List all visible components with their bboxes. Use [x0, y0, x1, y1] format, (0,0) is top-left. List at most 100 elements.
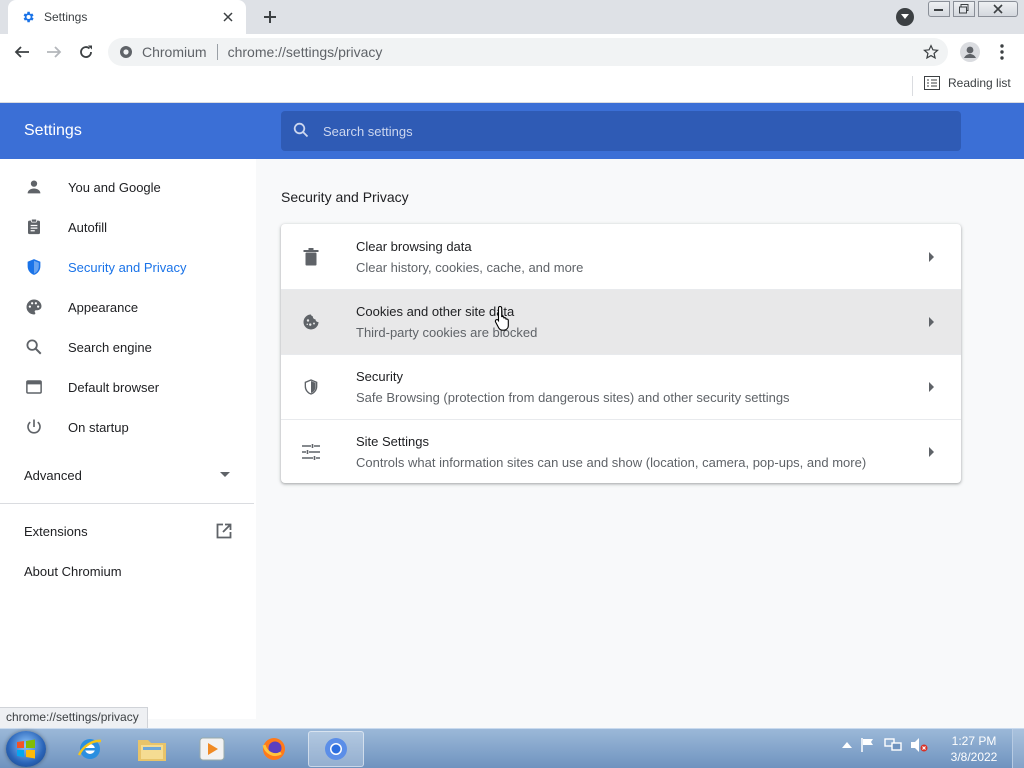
taskbar-media-player[interactable] [184, 731, 240, 767]
sidebar-item-about[interactable]: About Chromium [0, 551, 250, 591]
row-text: Site Settings Controls what information … [356, 434, 925, 470]
new-tab-button[interactable] [258, 6, 282, 28]
advanced-label: Advanced [24, 467, 82, 483]
sidebar-item-label: Default browser [68, 379, 160, 395]
omnibox[interactable]: Chromium chrome://settings/privacy [108, 38, 948, 66]
profile-avatar-button[interactable] [958, 40, 982, 64]
chevron-right-icon [925, 250, 939, 264]
sidebar-item-label: Security and Privacy [68, 259, 187, 275]
row-text: Clear browsing data Clear history, cooki… [356, 239, 925, 275]
shield-icon [24, 257, 44, 277]
row-subtitle: Clear history, cookies, cache, and more [356, 259, 584, 275]
sidebar-item-search-engine[interactable]: Search engine [0, 327, 250, 367]
chevron-right-icon [925, 315, 939, 329]
settings-sidebar: You and Google Autofill Security and Pri… [0, 159, 256, 719]
sidebar-item-label: Search engine [68, 339, 152, 355]
extensions-label: Extensions [24, 523, 88, 539]
forward-button[interactable] [42, 40, 66, 64]
row-title: Site Settings [356, 434, 429, 449]
row-site-settings[interactable]: Site Settings Controls what information … [281, 419, 961, 483]
tab-title: Settings [44, 10, 88, 24]
power-icon [24, 417, 44, 437]
section-title: Security and Privacy [281, 189, 409, 205]
sidebar-item-security-and-privacy[interactable]: Security and Privacy [0, 247, 250, 287]
shield-icon [301, 377, 321, 397]
taskbar-file-explorer[interactable] [124, 731, 180, 767]
sidebar-item-label: Autofill [68, 219, 108, 235]
sidebar-item-autofill[interactable]: Autofill [0, 207, 250, 247]
sidebar-item-label: On startup [68, 419, 129, 435]
search-icon [24, 337, 44, 357]
row-title: Security [356, 369, 403, 384]
system-tray [842, 737, 928, 753]
row-security[interactable]: Security Safe Browsing (protection from … [281, 354, 961, 419]
windows-logo-icon [17, 739, 35, 759]
trash-icon [301, 247, 321, 267]
sidebar-item-default-browser[interactable]: Default browser [0, 367, 250, 407]
reading-list-label: Reading list [948, 76, 1011, 90]
cookie-icon [301, 312, 321, 332]
settings-card: Clear browsing data Clear history, cooki… [281, 224, 961, 483]
row-subtitle: Third-party cookies are blocked [356, 325, 538, 340]
row-text: Cookies and other site data Third-party … [356, 304, 925, 340]
tab-strip: Settings [0, 0, 1024, 34]
action-center-flag-icon[interactable] [860, 737, 876, 753]
windows-taskbar: 1:27 PM 3/8/2022 [0, 728, 1024, 768]
window-close-button[interactable] [978, 1, 1018, 17]
browser-toolbar: Chromium chrome://settings/privacy [0, 34, 1024, 70]
hand-cursor-icon [494, 305, 509, 331]
reading-list-button[interactable]: Reading list [924, 76, 1011, 90]
sidebar-item-label: You and Google [68, 179, 161, 195]
sidebar-item-extensions[interactable]: Extensions [0, 511, 250, 551]
clipboard-icon [24, 217, 44, 237]
clock-time: 1:27 PM [951, 734, 997, 748]
sidebar-item-on-startup[interactable]: On startup [0, 407, 250, 447]
row-subtitle: Safe Browsing (protection from dangerous… [356, 390, 790, 405]
show-hidden-icons-icon[interactable] [842, 741, 852, 749]
status-bubble: chrome://settings/privacy [0, 707, 148, 728]
minimize-button[interactable] [928, 1, 950, 17]
omnibox-separator [216, 44, 218, 60]
chromium-icon [325, 738, 347, 760]
taskbar-internet-explorer[interactable] [62, 731, 118, 767]
row-cookies[interactable]: Cookies and other site data Third-party … [281, 289, 961, 354]
start-button[interactable] [6, 731, 46, 767]
gear-icon [20, 9, 36, 25]
tab-settings[interactable]: Settings [8, 0, 246, 34]
search-input[interactable] [323, 123, 923, 139]
advanced-toggle[interactable]: Advanced [0, 455, 250, 495]
network-icon[interactable] [884, 737, 902, 753]
sidebar-item-you-and-google[interactable]: You and Google [0, 167, 250, 207]
page-title: Settings [24, 122, 82, 139]
tab-search-button[interactable] [896, 8, 914, 26]
person-icon [24, 177, 44, 197]
settings-search-box[interactable] [281, 111, 961, 151]
about-label: About Chromium [24, 563, 122, 579]
omnibox-site-name: Chromium [142, 44, 207, 60]
back-button[interactable] [10, 40, 34, 64]
reading-list-icon [924, 76, 940, 90]
chevron-right-icon [925, 380, 939, 394]
reload-button[interactable] [74, 40, 98, 64]
browser-window-icon [24, 377, 44, 397]
settings-main: Security and Privacy Clear browsing data… [256, 159, 1024, 719]
omnibox-url: chrome://settings/privacy [227, 44, 383, 60]
bookmarks-bar: Reading list [0, 70, 1024, 103]
internet-explorer-icon [77, 739, 102, 759]
bookmark-star-icon[interactable] [922, 43, 940, 61]
chevron-right-icon [925, 445, 939, 459]
restore-button[interactable] [953, 1, 975, 17]
taskbar-chromium[interactable] [308, 731, 364, 767]
bookmarks-separator [912, 76, 913, 96]
taskbar-clock[interactable]: 1:27 PM 3/8/2022 [944, 733, 1004, 765]
show-desktop-button[interactable] [1012, 729, 1024, 768]
open-in-new-icon [216, 523, 232, 539]
kebab-menu-button[interactable] [990, 40, 1014, 64]
taskbar-firefox[interactable] [246, 731, 302, 767]
media-player-icon [199, 737, 225, 761]
row-clear-browsing-data[interactable]: Clear browsing data Clear history, cooki… [281, 224, 961, 289]
sidebar-item-appearance[interactable]: Appearance [0, 287, 250, 327]
tune-icon [301, 442, 321, 462]
close-icon[interactable] [220, 9, 236, 25]
volume-muted-icon[interactable] [910, 737, 928, 753]
